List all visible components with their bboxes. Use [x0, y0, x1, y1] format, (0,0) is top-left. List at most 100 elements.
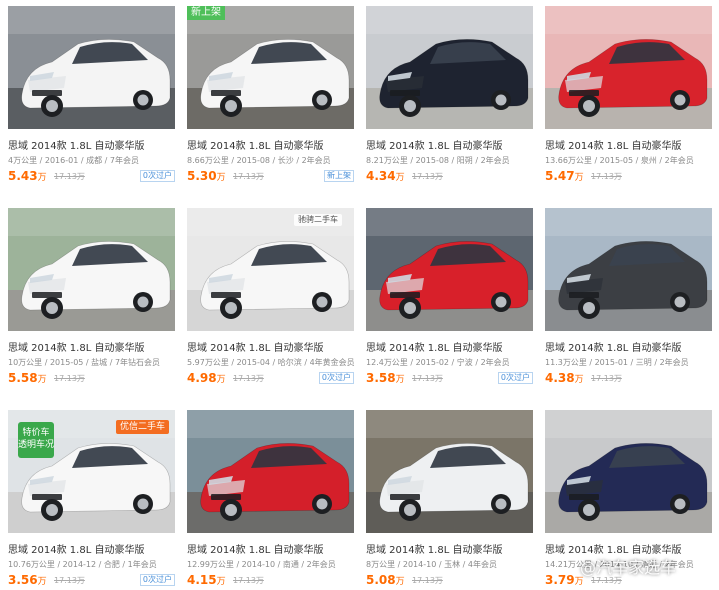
listing-grid: 思域 2014款 1.8L 自动豪华版 4万公里 / 2016-01 / 成都 … — [8, 6, 712, 587]
listing-tag: 0次过户 — [318, 372, 354, 384]
listing-card[interactable]: 思域 2014款 1.8L 自动豪华版 8.21万公里 / 2015-08 / … — [366, 6, 533, 183]
listing-meta: 8万公里 / 2014-10 / 玉林 / 4年会员 — [366, 560, 497, 569]
listing-card[interactable]: 思域 2014款 1.8L 自动豪华版 13.66万公里 / 2015-05 /… — [545, 6, 712, 183]
car-photo — [545, 410, 712, 533]
new-listing-badge: 新上架 — [187, 6, 225, 20]
listing-price: 5.08万 — [366, 573, 405, 587]
listing-price: 4.15万 — [187, 573, 226, 587]
listing-meta: 10万公里 / 2015-05 / 盐城 / 7年钻石会员 — [8, 358, 161, 367]
listing-thumbnail[interactable] — [545, 208, 712, 331]
price-row: 5.47万 17.13万 — [545, 168, 712, 184]
listing-thumbnail[interactable] — [187, 410, 354, 533]
original-price: 17.13万 — [591, 374, 622, 383]
listing-card[interactable]: 新上架 思域 2014款 1.8L 自动豪华版 8.66万公里 / 2015-0… — [187, 6, 354, 183]
listing-meta: 13.66万公里 / 2015-05 / 泉州 / 2年会员 — [545, 156, 694, 165]
listing-title[interactable]: 思域 2014款 1.8L 自动豪华版 — [545, 137, 681, 152]
promo-logo: 优信二手车 — [115, 420, 169, 434]
listing-card[interactable]: 特价车 透明车况 优信二手车 思域 2014款 1.8L 自动豪华版 10.76万… — [8, 410, 175, 587]
listing-price: 3.79万 — [545, 573, 584, 587]
price-row: 5.08万 17.13万 — [366, 572, 533, 588]
listing-card[interactable]: 思域 2014款 1.8L 自动豪华版 4万公里 / 2016-01 / 成都 … — [8, 6, 175, 183]
listing-title[interactable]: 思域 2014款 1.8L 自动豪华版 — [545, 339, 681, 354]
original-price: 17.13万 — [591, 172, 622, 181]
original-price: 17.13万 — [54, 576, 85, 585]
listing-meta: 12.99万公里 / 2014-10 / 南通 / 2年会员 — [187, 560, 336, 569]
listing-meta: 8.21万公里 / 2015-08 / 阳朔 / 2年会员 — [366, 156, 510, 165]
car-photo — [545, 208, 712, 331]
price-row: 4.98万 17.13万 0次过户 — [187, 370, 354, 386]
listing-title[interactable]: 思域 2014款 1.8L 自动豪华版 — [366, 339, 502, 354]
price-row: 5.30万 17.13万 新上架 — [187, 168, 354, 184]
listing-tag: 0次过户 — [139, 170, 175, 182]
listing-meta: 10.76万公里 / 2014-12 / 合肥 / 1年会员 — [8, 560, 157, 569]
listing-thumbnail[interactable] — [545, 410, 712, 533]
listing-meta: 8.66万公里 / 2015-08 / 长沙 / 2年会员 — [187, 156, 331, 165]
listing-thumbnail[interactable] — [8, 208, 175, 331]
listing-thumbnail[interactable]: 新上架 — [187, 6, 354, 129]
car-photo — [187, 208, 354, 331]
listing-price: 3.58万 — [366, 371, 405, 385]
car-photo — [366, 208, 533, 331]
original-price: 17.13万 — [233, 374, 264, 383]
listing-title[interactable]: 思域 2014款 1.8L 自动豪华版 — [187, 339, 323, 354]
price-row: 3.56万 17.13万 0次过户 — [8, 572, 175, 588]
listing-title[interactable]: 思域 2014款 1.8L 自动豪华版 — [187, 541, 323, 556]
price-row: 3.58万 17.13万 0次过户 — [366, 370, 533, 386]
listing-tag: 0次过户 — [139, 574, 175, 586]
listing-thumbnail[interactable] — [8, 6, 175, 129]
car-photo — [545, 6, 712, 129]
listing-title[interactable]: 思域 2014款 1.8L 自动豪华版 — [8, 541, 144, 556]
listing-price: 4.38万 — [545, 371, 584, 385]
listing-card[interactable]: 思域 2014款 1.8L 自动豪华版 11.3万公里 / 2015-01 / … — [545, 208, 712, 385]
listing-tag: 新上架 — [324, 170, 354, 182]
price-row: 4.15万 17.13万 — [187, 572, 354, 588]
listing-price: 5.58万 — [8, 371, 47, 385]
listing-title[interactable]: 思域 2014款 1.8L 自动豪华版 — [8, 339, 144, 354]
listing-meta: 11.3万公里 / 2015-01 / 三明 / 2年会员 — [545, 358, 689, 367]
car-photo — [366, 410, 533, 533]
listing-thumbnail[interactable]: 特价车 透明车况 优信二手车 — [8, 410, 175, 533]
price-row: 4.34万 17.13万 — [366, 168, 533, 184]
listing-price: 5.43万 — [8, 169, 47, 183]
price-row: 5.58万 17.13万 — [8, 370, 175, 386]
page-watermark: @汽车家选车 — [580, 558, 677, 577]
listing-thumbnail[interactable] — [366, 208, 533, 331]
car-photo — [187, 6, 354, 129]
listing-title[interactable]: 思域 2014款 1.8L 自动豪华版 — [366, 541, 502, 556]
car-photo — [366, 6, 533, 129]
car-photo — [8, 208, 175, 331]
listing-title[interactable]: 思域 2014款 1.8L 自动豪华版 — [366, 137, 502, 152]
price-row: 4.38万 17.13万 — [545, 370, 712, 386]
promo-tag: 特价车 透明车况 — [18, 422, 54, 458]
listing-meta: 12.4万公里 / 2015-02 / 宁波 / 2年会员 — [366, 358, 510, 367]
listing-price: 5.47万 — [545, 169, 584, 183]
price-row: 5.43万 17.13万 0次过户 — [8, 168, 175, 184]
listing-card[interactable]: 思域 2014款 1.8L 自动豪华版 8万公里 / 2014-10 / 玉林 … — [366, 410, 533, 587]
listing-price: 4.98万 — [187, 371, 226, 385]
listing-thumbnail[interactable] — [366, 6, 533, 129]
original-price: 17.13万 — [233, 172, 264, 181]
original-price: 17.13万 — [233, 576, 264, 585]
car-photo — [8, 6, 175, 129]
listing-card[interactable]: 驰骋二手车 思域 2014款 1.8L 自动豪华版 5.97万公里 / 2015… — [187, 208, 355, 386]
listing-card[interactable]: 思域 2014款 1.8L 自动豪华版 10万公里 / 2015-05 / 盐城… — [8, 208, 175, 385]
listing-title[interactable]: 思域 2014款 1.8L 自动豪华版 — [8, 137, 144, 152]
listing-card[interactable]: 思域 2014款 1.8L 自动豪华版 12.4万公里 / 2015-02 / … — [366, 208, 533, 385]
original-price: 17.13万 — [54, 172, 85, 181]
car-photo — [187, 410, 354, 533]
listing-price: 5.30万 — [187, 169, 226, 183]
listing-tag: 0次过户 — [497, 372, 533, 384]
listing-price: 3.56万 — [8, 573, 47, 587]
listing-thumbnail[interactable] — [366, 410, 533, 533]
listing-thumbnail[interactable]: 驰骋二手车 — [187, 208, 354, 331]
listing-price: 4.34万 — [366, 169, 405, 183]
original-price: 17.13万 — [54, 374, 85, 383]
listing-meta: 4万公里 / 2016-01 / 成都 / 7年会员 — [8, 156, 139, 165]
original-price: 17.13万 — [412, 172, 443, 181]
listing-card[interactable]: 思域 2014款 1.8L 自动豪华版 12.99万公里 / 2014-10 /… — [187, 410, 354, 587]
listing-title[interactable]: 思域 2014款 1.8L 自动豪华版 — [187, 137, 323, 152]
original-price: 17.13万 — [412, 576, 443, 585]
dealer-watermark: 驰骋二手车 — [294, 214, 342, 226]
listing-thumbnail[interactable] — [545, 6, 712, 129]
listing-meta: 5.97万公里 / 2015-04 / 哈尔滨 / 4年黄金会员 — [187, 358, 355, 367]
